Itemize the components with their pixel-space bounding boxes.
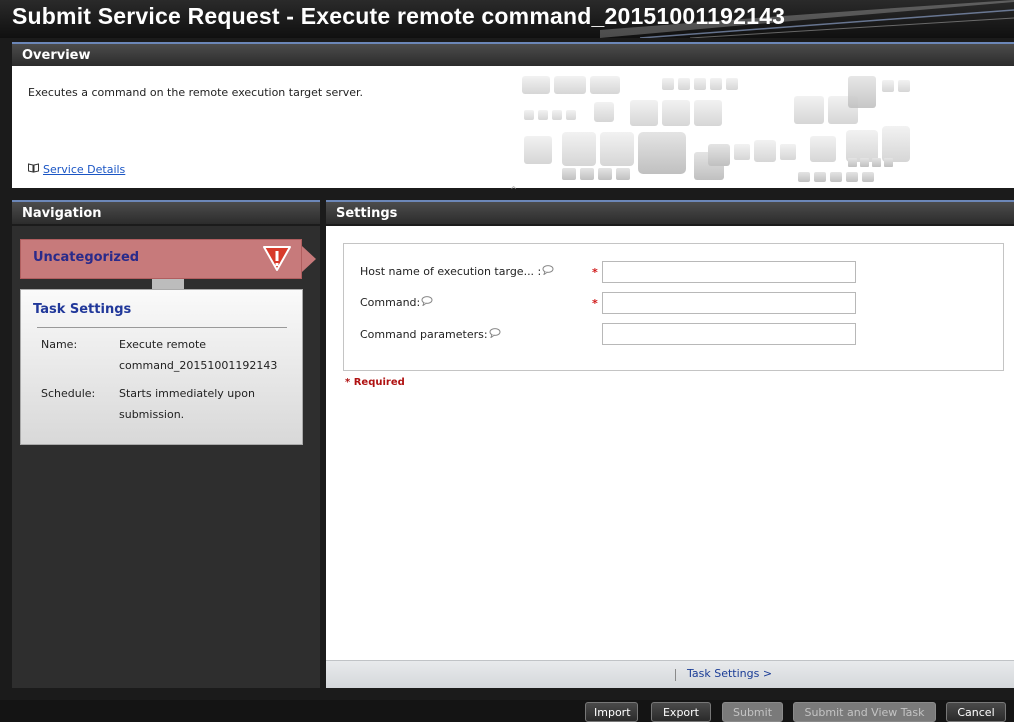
service-details-link[interactable]: Service Details bbox=[28, 163, 125, 176]
required-marker: * bbox=[592, 266, 598, 279]
speech-bubble-icon[interactable] bbox=[542, 265, 554, 275]
overview-heading: Overview bbox=[22, 48, 91, 63]
required-marker: * bbox=[592, 297, 598, 310]
warning-icon bbox=[263, 246, 291, 271]
task-settings-title: Task Settings bbox=[33, 302, 132, 317]
host-name-input[interactable] bbox=[602, 261, 856, 283]
chevron-up-icon[interactable]: ⌃ bbox=[509, 184, 518, 197]
task-settings-card[interactable]: Task Settings Name: Execute remote comma… bbox=[20, 289, 303, 445]
nav-selection-pointer bbox=[302, 246, 316, 272]
service-description: Executes a command on the remote executi… bbox=[28, 86, 364, 99]
window-title-bar: Submit Service Request - Execute remote … bbox=[0, 0, 1014, 38]
overview-panel: Executes a command on the remote executi… bbox=[12, 66, 1014, 188]
nav-category-uncategorized[interactable]: Uncategorized bbox=[20, 239, 302, 279]
field-label-parameters: Command parameters: bbox=[360, 328, 501, 341]
settings-heading: Settings bbox=[336, 206, 398, 221]
required-note: * Required bbox=[345, 377, 405, 388]
settings-header: Settings bbox=[326, 200, 1014, 224]
footer-separator bbox=[675, 669, 676, 681]
task-name-value: Execute remote command_20151001192143 bbox=[119, 338, 278, 372]
command-parameters-input[interactable] bbox=[602, 323, 856, 345]
submit-button[interactable]: Submit bbox=[722, 702, 783, 722]
navigation-heading: Navigation bbox=[22, 206, 102, 221]
task-schedule-value: Starts immediately upon submission. bbox=[119, 387, 255, 421]
title-decoration bbox=[600, 0, 1014, 38]
field-label-host: Host name of execution targe... : bbox=[360, 265, 554, 278]
field-label-text: Command: bbox=[360, 296, 421, 309]
field-label-command: Command: bbox=[360, 296, 433, 309]
export-button[interactable]: Export bbox=[651, 702, 711, 722]
divider bbox=[37, 327, 287, 328]
submit-and-view-task-button[interactable]: Submit and View Task bbox=[793, 702, 936, 722]
task-schedule-label: Schedule: bbox=[41, 387, 96, 400]
settings-footer bbox=[326, 660, 1014, 688]
nav-category-label: Uncategorized bbox=[33, 250, 140, 265]
import-button[interactable]: Import bbox=[585, 702, 638, 722]
task-name-label: Name: bbox=[41, 338, 78, 351]
nav-connector bbox=[152, 279, 184, 289]
cancel-button[interactable]: Cancel bbox=[946, 702, 1006, 722]
task-settings-next-link[interactable]: Task Settings > bbox=[687, 667, 772, 680]
book-icon bbox=[28, 163, 39, 176]
speech-bubble-icon[interactable] bbox=[421, 296, 433, 306]
field-label-text: Command parameters: bbox=[360, 328, 488, 341]
service-graphic bbox=[522, 76, 910, 182]
speech-bubble-icon[interactable] bbox=[489, 328, 501, 338]
command-input[interactable] bbox=[602, 292, 856, 314]
service-details-label: Service Details bbox=[43, 163, 126, 176]
overview-header: Overview bbox=[12, 42, 1014, 66]
navigation-header: Navigation bbox=[12, 200, 320, 224]
field-label-text: Host name of execution targe... : bbox=[360, 265, 542, 278]
